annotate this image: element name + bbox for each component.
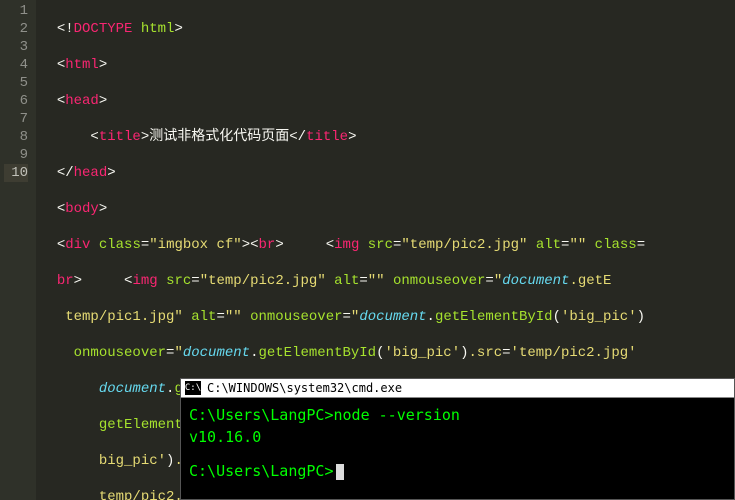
punctuation: < xyxy=(326,237,334,253)
string: big_pic' xyxy=(99,453,166,469)
string: "temp/pic2.jpg" xyxy=(200,273,326,289)
punctuation: < xyxy=(57,57,65,73)
tag: head xyxy=(74,165,108,181)
line-number-active: 10 xyxy=(4,164,28,182)
punctuation: > xyxy=(107,165,115,181)
tag: title xyxy=(306,129,348,145)
cmd-title-text: C:\WINDOWS\system32\cmd.exe xyxy=(207,381,402,395)
cmd-input: node --version xyxy=(334,406,460,424)
punctuation: > xyxy=(242,237,250,253)
line-number: 7 xyxy=(4,110,28,128)
tag: img xyxy=(132,273,157,289)
cmd-icon: C:\ xyxy=(185,381,201,395)
punctuation: > xyxy=(99,57,107,73)
punctuation: ) xyxy=(460,345,468,361)
attr: onmouseover xyxy=(250,309,342,325)
attr: alt xyxy=(334,273,359,289)
punctuation: ) xyxy=(637,309,645,325)
cmd-prompt: C:\Users\LangPC> xyxy=(189,462,334,480)
punctuation: < xyxy=(250,237,258,253)
cmd-window[interactable]: C:\ C:\WINDOWS\system32\cmd.exe C:\Users… xyxy=(180,378,735,500)
js-fn: getElementById xyxy=(435,309,553,325)
line-number: 1 xyxy=(4,2,28,20)
line-number: 5 xyxy=(4,74,28,92)
js-object: document xyxy=(502,273,569,289)
line-gutter: 1 2 3 4 5 6 7 8 9 10 xyxy=(0,0,36,500)
punctuation: > xyxy=(348,129,356,145)
attr: onmouseover xyxy=(74,345,166,361)
tag: br xyxy=(57,273,74,289)
string: "" xyxy=(225,309,242,325)
punctuation: > xyxy=(174,21,182,37)
punctuation: < xyxy=(57,237,65,253)
punctuation: < xyxy=(57,201,65,217)
punctuation: = xyxy=(485,273,493,289)
line-number: 8 xyxy=(4,128,28,146)
string: "imgbox cf" xyxy=(149,237,241,253)
string: 'big_pic' xyxy=(561,309,637,325)
attr: class xyxy=(595,237,637,253)
attr: alt xyxy=(536,237,561,253)
tag: img xyxy=(334,237,359,253)
tag: body xyxy=(65,201,99,217)
punctuation: > xyxy=(74,273,82,289)
punctuation: > xyxy=(141,129,149,145)
doctype-keyword: DOCTYPE xyxy=(74,21,133,37)
attr: onmouseover xyxy=(393,273,485,289)
js-object: document xyxy=(183,345,250,361)
attr: src xyxy=(368,237,393,253)
line-number: 2 xyxy=(4,20,28,38)
title-text: 测试非格式化代码页面 xyxy=(149,129,289,145)
punctuation: = xyxy=(141,237,149,253)
punctuation: > xyxy=(99,201,107,217)
tag: head xyxy=(65,93,99,109)
punctuation: = xyxy=(216,309,224,325)
line-number: 3 xyxy=(4,38,28,56)
line-number: 9 xyxy=(4,146,28,164)
string: " xyxy=(174,345,182,361)
string: .getE xyxy=(569,273,611,289)
js-fn: getElementById xyxy=(258,345,376,361)
line-number: 4 xyxy=(4,56,28,74)
punctuation: = xyxy=(343,309,351,325)
cmd-titlebar[interactable]: C:\ C:\WINDOWS\system32\cmd.exe xyxy=(181,379,734,398)
punctuation: > xyxy=(275,237,283,253)
punctuation: ( xyxy=(553,309,561,325)
cmd-cursor xyxy=(336,464,344,480)
punctuation: = xyxy=(191,273,199,289)
punctuation: ( xyxy=(376,345,384,361)
attr: class xyxy=(99,237,141,253)
punctuation: . xyxy=(427,309,435,325)
attr: src xyxy=(166,273,191,289)
punctuation: </ xyxy=(57,165,74,181)
punctuation: <! xyxy=(57,21,74,37)
string: "" xyxy=(569,237,586,253)
cmd-body[interactable]: C:\Users\LangPC>node --version v10.16.0 … xyxy=(181,398,734,488)
punctuation: < xyxy=(90,129,98,145)
attr: alt xyxy=(191,309,216,325)
punctuation: > xyxy=(99,93,107,109)
js-object: document xyxy=(99,381,166,397)
js-object: document xyxy=(359,309,426,325)
tag: br xyxy=(259,237,276,253)
string: 'big_pic' xyxy=(385,345,461,361)
string: 'temp/pic2.jpg' xyxy=(511,345,637,361)
cmd-output: v10.16.0 xyxy=(189,426,726,448)
punctuation: < xyxy=(57,93,65,109)
string: "temp/pic2.jpg" xyxy=(401,237,527,253)
cmd-prompt: C:\Users\LangPC> xyxy=(189,406,334,424)
punctuation: = xyxy=(502,345,510,361)
doctype-attr: html xyxy=(132,21,174,37)
string: "" xyxy=(368,273,385,289)
string: temp/pic1.jpg" xyxy=(65,309,183,325)
string: " xyxy=(494,273,502,289)
punctuation: </ xyxy=(289,129,306,145)
line-number: 6 xyxy=(4,92,28,110)
punctuation: = xyxy=(359,273,367,289)
string: .src xyxy=(469,345,503,361)
tag: title xyxy=(99,129,141,145)
tag: div xyxy=(65,237,90,253)
punctuation: = xyxy=(637,237,645,253)
tag: html xyxy=(65,57,99,73)
